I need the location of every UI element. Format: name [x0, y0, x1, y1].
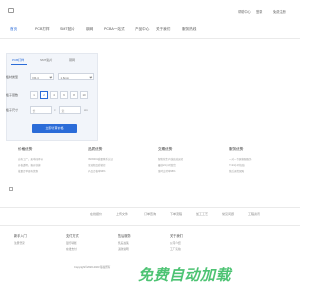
unit-label: cm — [84, 108, 88, 112]
footer-column-title: 关于我们 — [170, 234, 183, 238]
strip-link[interactable]: 工程资讯 — [248, 212, 260, 216]
feature-title: 品质优势 — [88, 147, 103, 151]
material-label: 板材类型 — [6, 75, 19, 79]
footer-link[interactable]: 注册登录 — [14, 241, 25, 245]
times-sign: × — [54, 108, 56, 112]
footer-link[interactable]: 银行转账 — [66, 241, 77, 245]
banner-image — [9, 187, 13, 191]
size-label: 板子尺寸 — [6, 108, 19, 112]
strip-link[interactable]: 下单流程 — [170, 212, 182, 216]
nav-item-home[interactable]: 首页 — [10, 27, 17, 32]
footer-link[interactable]: 在线支付 — [66, 247, 77, 251]
feature-line: 智能化生产线高效运转 — [158, 158, 184, 161]
strip-link[interactable]: 加工工艺 — [196, 212, 208, 216]
top-bar: 帮助中心 登录 免费注册 — [0, 0, 300, 20]
register-link[interactable]: 免费注册 — [273, 9, 286, 14]
feature-title: 价格优势 — [18, 147, 33, 151]
layer-option-1[interactable]: 1 — [30, 91, 38, 99]
calculate-price-button[interactable]: 立即计算价格 — [32, 124, 77, 133]
help-center-link[interactable]: 帮助中心 — [238, 9, 251, 14]
footer-link[interactable]: 退款说明 — [118, 247, 129, 251]
material-value: FR-4 — [32, 75, 39, 80]
tab-stencil[interactable]: 钢网 — [69, 58, 75, 62]
calculator-tabs: PCB打样 SMT贴片 钢网 — [7, 54, 99, 65]
feature-line: 最快24小时发货 — [158, 164, 176, 167]
strip-link[interactable]: 常见问题 — [222, 212, 234, 216]
length-input[interactable]: 长 — [30, 106, 52, 114]
footer-column-title: 新手入门 — [14, 234, 27, 238]
chevron-down-icon — [49, 75, 52, 78]
nav-item-hotline[interactable]: 服务热线 — [182, 27, 196, 32]
tab-smt[interactable]: SMT贴片 — [40, 58, 52, 62]
footer-column-title: 售后服务 — [118, 234, 131, 238]
feature-service: 服务优势 一对一专属客服服务 7×24小时在线 售后无忧保障 — [229, 147, 289, 183]
feature-delivery: 交期优势 智能化生产线高效运转 最快24小时发货 准时交付率98% — [158, 147, 218, 183]
watermark-text: 免费自动加载 — [138, 267, 232, 284]
nav-item-products[interactable]: 产品中心 — [135, 27, 149, 32]
material-select[interactable]: FR-4 — [30, 73, 54, 80]
feature-title: 服务优势 — [229, 147, 244, 151]
nav-divider — [0, 38, 300, 39]
feature-line: 7×24小时在线 — [229, 164, 245, 167]
feature-line: 一对一专属客服服务 — [229, 158, 252, 161]
strip-divider — [0, 207, 300, 208]
footer-link[interactable]: 售后政策 — [118, 241, 129, 245]
feature-line: 自有工厂，无中间环节 — [18, 158, 44, 161]
feature-title: 交期优势 — [158, 147, 173, 151]
nav-item-stencil[interactable]: 钢网 — [86, 27, 93, 32]
layer-option-8[interactable]: 8 — [70, 91, 78, 99]
logo-image[interactable] — [8, 8, 14, 13]
width-input[interactable]: 宽 — [59, 106, 81, 114]
nav-item-pcb[interactable]: PCB打样 — [35, 27, 50, 32]
strip-link[interactable]: 上传文件 — [116, 212, 128, 216]
feature-line: 售后无忧保障 — [229, 170, 245, 173]
chevron-down-icon — [89, 75, 92, 78]
footer-divider — [0, 225, 300, 226]
strip-link[interactable]: 订单查询 — [144, 212, 156, 216]
feature-line: 准时交付率98% — [158, 170, 176, 173]
feature-quality: 品质优势 ISO9001质量体系认证 全流程品质管控 产品合格率99% — [88, 147, 148, 183]
nav-item-about[interactable]: 关于我们 — [156, 27, 170, 32]
length-placeholder: 长 — [32, 109, 36, 113]
layers-label: 板子层数 — [6, 93, 19, 97]
feature-price: 价格优势 自有工厂，无中间环节 价格透明，报价快捷 批量订单更有优惠 — [18, 147, 78, 183]
active-tab-indicator — [11, 64, 27, 65]
layer-option-10[interactable]: 10 — [80, 91, 88, 99]
layer-option-2[interactable]: 2 — [40, 91, 48, 99]
footer-link[interactable]: 公司介绍 — [170, 241, 181, 245]
nav-item-pcba[interactable]: PCBA一站式 — [104, 27, 125, 32]
feature-line: ISO9001质量体系认证 — [88, 158, 113, 161]
nav-item-smt[interactable]: SMT贴片 — [60, 27, 75, 32]
layer-option-6[interactable]: 6 — [60, 91, 68, 99]
tab-pcb[interactable]: PCB打样 — [12, 58, 24, 62]
feature-line: 产品合格率99% — [88, 170, 106, 173]
copyright-text: Copyright©2020-2023 版权所有 — [74, 266, 111, 269]
feature-line: 价格透明，报价快捷 — [18, 164, 41, 167]
feature-line: 批量订单更有优惠 — [18, 170, 39, 173]
main-nav: 首页 PCB打样 SMT贴片 钢网 PCBA一站式 产品中心 关于我们 服务热线 — [0, 27, 300, 36]
footer-column-title: 支付方式 — [66, 234, 79, 238]
feature-line: 全流程品质管控 — [88, 164, 106, 167]
thickness-select[interactable]: 1.6mm — [58, 73, 94, 80]
footer-link[interactable]: 工厂实拍 — [170, 247, 181, 251]
layer-option-4[interactable]: 4 — [50, 91, 58, 99]
login-link[interactable]: 登录 — [256, 9, 262, 14]
width-placeholder: 宽 — [61, 109, 65, 113]
thickness-value: 1.6mm — [60, 75, 70, 80]
strip-link[interactable]: 在线报价 — [90, 212, 102, 216]
